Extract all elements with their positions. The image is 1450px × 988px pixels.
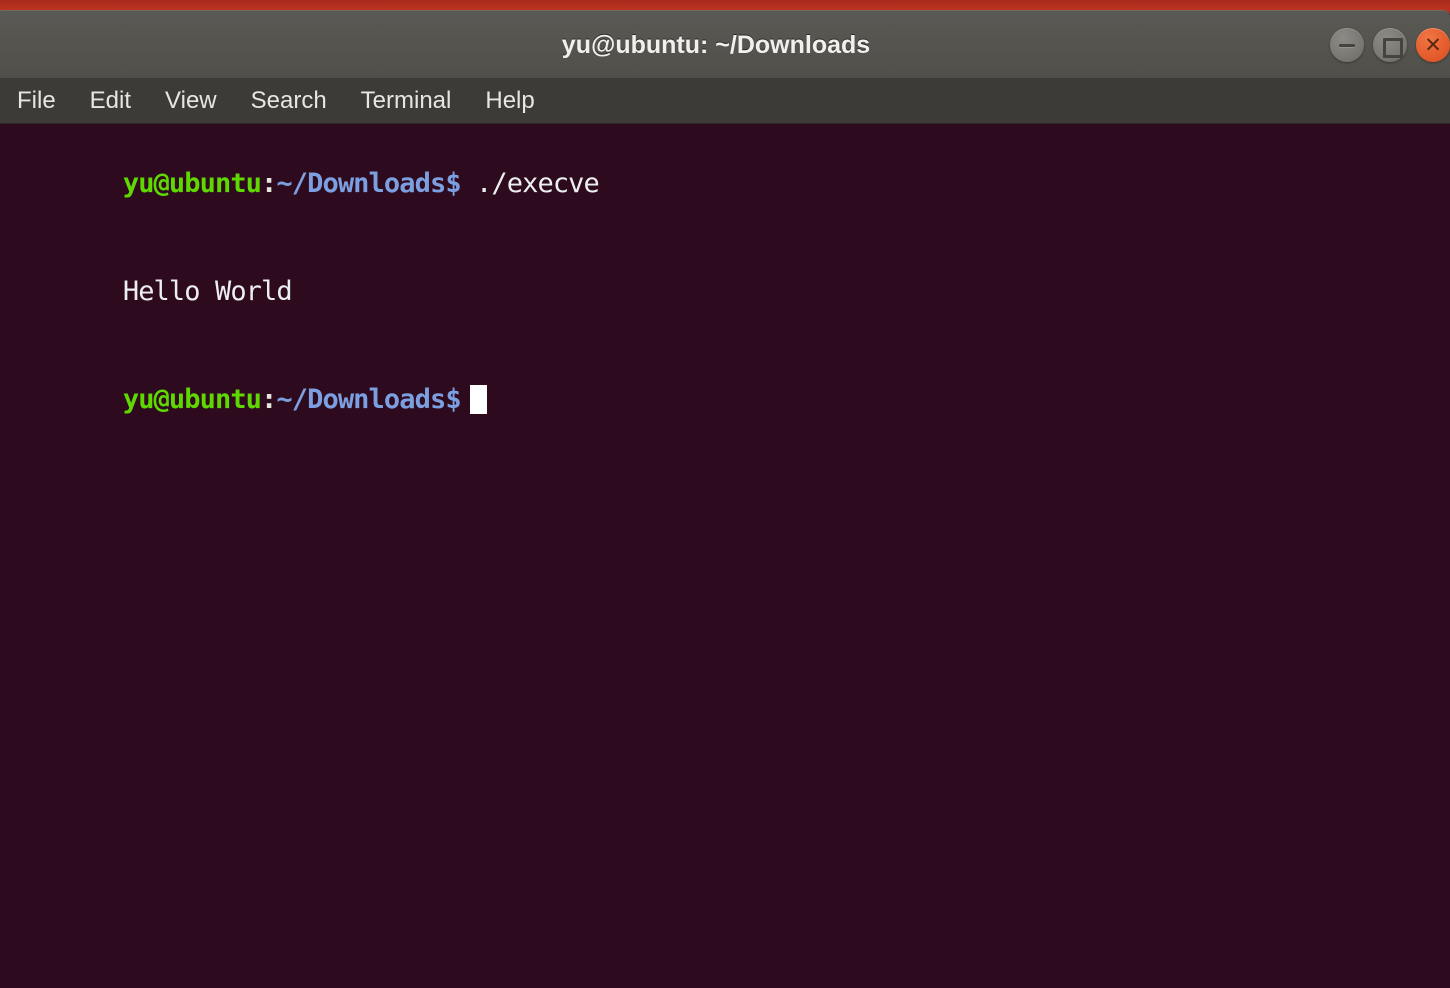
close-button[interactable]: ✕ (1416, 28, 1450, 62)
terminal-output-text: Hello World (122, 276, 293, 307)
close-icon: ✕ (1424, 32, 1442, 57)
menu-item-edit[interactable]: Edit (73, 78, 148, 124)
terminal-output-area[interactable]: yu@ubuntu:~/Downloads$ ./execve Hello Wo… (0, 124, 1450, 988)
terminal-window: yu@ubuntu: ~/Downloads ✕ File Edit View … (0, 10, 1450, 988)
window-title: yu@ubuntu: ~/Downloads (561, 31, 871, 59)
terminal-cursor (469, 385, 487, 414)
menu-item-help[interactable]: Help (468, 78, 551, 124)
prompt-separator: : (261, 384, 277, 415)
prompt-sigil: $ (445, 168, 461, 199)
prompt-user-host: yu@ubuntu (122, 384, 262, 415)
menu-item-view[interactable]: View (148, 78, 234, 124)
minimize-button[interactable] (1330, 28, 1364, 62)
prompt-separator: : (261, 168, 277, 199)
menu-item-search[interactable]: Search (234, 78, 344, 124)
window-titlebar[interactable]: yu@ubuntu: ~/Downloads ✕ (0, 10, 1450, 78)
terminal-command-text: ./execve (460, 168, 600, 199)
terminal-line-prompt: yu@ubuntu:~/Downloads$ (0, 346, 1450, 454)
prompt-user-host: yu@ubuntu (122, 168, 262, 199)
screen: yu@ubuntu: ~/Downloads ✕ File Edit View … (0, 0, 1450, 988)
menu-item-terminal[interactable]: Terminal (344, 78, 469, 124)
terminal-line-command: yu@ubuntu:~/Downloads$ ./execve (0, 130, 1450, 238)
prompt-path: ~/Downloads (276, 168, 446, 199)
menubar: File Edit View Search Terminal Help (0, 78, 1450, 124)
window-controls: ✕ (1330, 28, 1450, 62)
prompt-sigil: $ (445, 384, 461, 415)
terminal-line-output: Hello World (0, 238, 1450, 346)
maximize-button[interactable] (1373, 28, 1407, 62)
menu-item-file[interactable]: File (0, 78, 73, 124)
prompt-path: ~/Downloads (276, 384, 446, 415)
